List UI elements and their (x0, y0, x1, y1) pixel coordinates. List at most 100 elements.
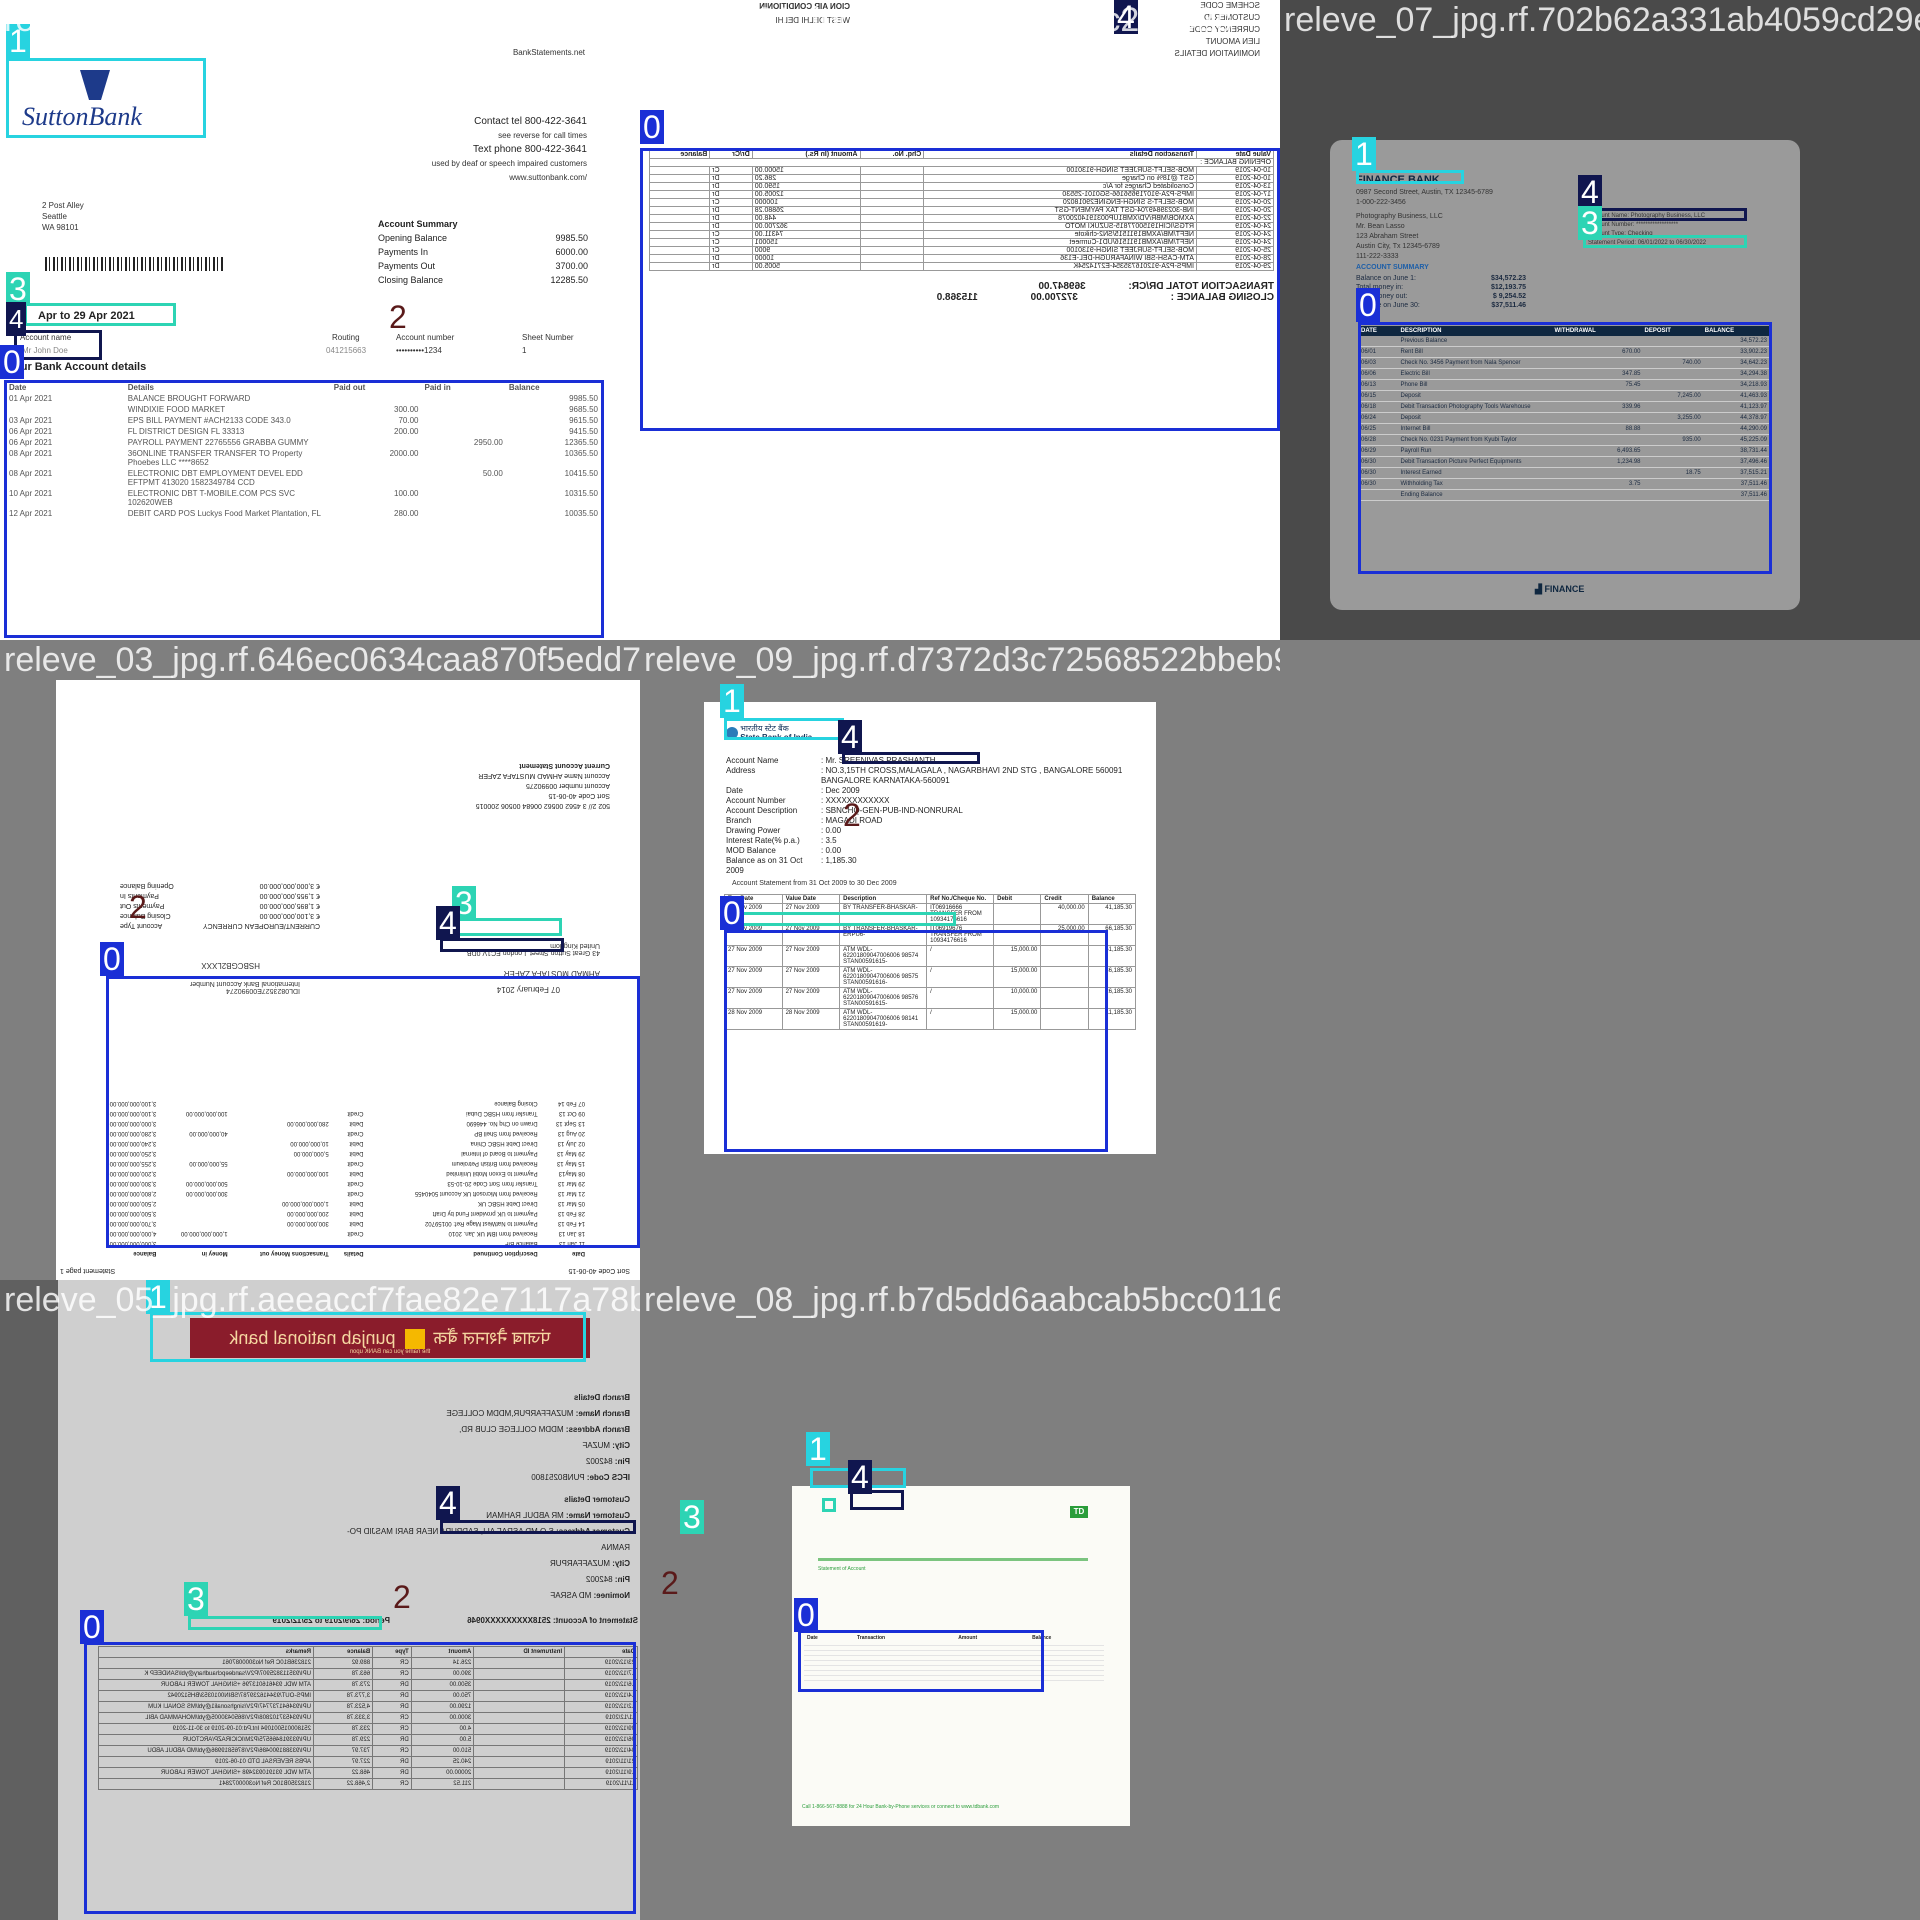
field-value: MUZAF (582, 1441, 610, 1450)
footer-logo: ▟ FINANCE (1535, 584, 1584, 595)
summary-label: Closing Balance (378, 275, 444, 285)
address-line: Seattle (42, 212, 67, 221)
header-line: Account number 00990275 (525, 782, 610, 789)
summary-title: ACCOUNT SUMMARY (1356, 264, 1429, 271)
field-label: MOD Balance (726, 846, 776, 855)
tile-filename: releve_03_jpg.rf.646ec0634caa870f5edd7e (4, 641, 640, 679)
header-code: 502 2// 3 4562 00562 00684 00506 200015 (475, 802, 610, 809)
bbox-label: 0 (640, 110, 664, 144)
footer-logo-text: FINANCE (1544, 584, 1585, 594)
tile-filename: releve_05_jpg.rf.aeeaccf7fae82e7117a78b0 (4, 1281, 640, 1319)
footer-line: Sort Code 40-06-15 Statement page 1 (60, 1267, 630, 1274)
bbox-label: 4 (838, 720, 862, 754)
summary-block: CURRENT/EUROPEAN CURRENCY Account Type € … (120, 880, 320, 930)
sort-code: Sort Code 40-06-15 (568, 1267, 630, 1274)
field-value: MUZAFFARPUR,MDDM COLLEGE (446, 1409, 574, 1418)
bbox-period (24, 303, 176, 326)
column-header: Description Continued (473, 1250, 538, 1256)
bbox-name (440, 938, 564, 952)
green-rule (818, 1558, 1088, 1561)
field-label: City: (612, 1559, 630, 1568)
page-number: Statement page 1 (60, 1267, 116, 1274)
bbox-table (640, 148, 1280, 431)
table-cell (993, 903, 1042, 925)
header-block: 502 2// 3 4562 00562 00684 00506 200015 … (350, 760, 610, 810)
summary-value: CURRENT/EUROPEAN CURRENCY (202, 922, 320, 929)
summary-value: $34,572.23 (1490, 275, 1526, 282)
bbox-label: 2 (843, 797, 861, 833)
field-value: : 1,185.30 (821, 856, 857, 865)
contact-block: Contact tel 800-422-3641 see reverse for… (432, 115, 587, 185)
bbox-label: 0 (80, 1610, 104, 1644)
table-header-row: Txn DateValue DateDescriptionRef No./Che… (724, 894, 1137, 904)
summary-value: $12,193.75 (1490, 284, 1526, 291)
field-row: Account Description: SBNCHQ-GEN-PUB-IND-… (726, 806, 1146, 816)
account-number-value: ••••••••••1234 (396, 346, 442, 355)
customer-block: Photography Business, LLC Mr. Bean Lasso… (1356, 212, 1443, 262)
routing-value: 041215663 (326, 346, 367, 355)
field-row: Drawing Power : 0.00 (726, 826, 1146, 836)
sheet-number-value: 1 (522, 346, 527, 355)
tile-filename: releve_01_jpg.rf.8353370435cc23082c (644, 1, 1232, 39)
customer-line: Mr. Bean Lasso (1356, 223, 1405, 230)
field-label: Date (726, 786, 743, 795)
branch-title: Branch Details (573, 1393, 630, 1402)
field-label: Account Name (726, 756, 779, 765)
address-line: WA 98101 (42, 223, 79, 232)
field-value: MR ABDUL RAHMAN (486, 1511, 564, 1520)
tile-releve-08: releve_08_jpg.rf.b7d5dd6aabcab5bcc011695… (640, 1280, 1280, 1920)
bbox-period (724, 912, 956, 926)
bbox-label: 4 (436, 906, 460, 940)
column-header: Credit (1040, 894, 1089, 904)
contact-line: Contact tel 800-422-3641 (474, 116, 587, 127)
header-line: NOMINATION DETAILS (1174, 49, 1261, 58)
summary-value: € 3,000,000,000.00 (259, 882, 320, 889)
tile-filename: releve_08_jpg.rf.b7d5dd6aabcab5bcc011695 (644, 1281, 1280, 1319)
swift: HSBCGB2LXXX (201, 961, 260, 970)
tile-filename: releve_09_jpg.rf.d7372d3c72568522bbeb91f (644, 641, 1280, 679)
bbox-label: 0 (0, 345, 24, 379)
bbox-label: 4 (1578, 175, 1602, 209)
finance-logo-icon: ▟ (1535, 584, 1542, 594)
column-header: Debit (993, 894, 1042, 904)
statement-title: Account Statement from 31 Oct 2009 to 30… (732, 880, 897, 887)
field-label: IFCS Code: (586, 1473, 630, 1482)
column-header: Value Date (781, 894, 841, 904)
field-row: Date : Dec 2009 (726, 786, 1146, 796)
contact-line: www.suttonbank.com/ (509, 173, 587, 182)
field-label: Branch Name: (575, 1409, 630, 1418)
field-row: Branch: MAGADI ROAD (726, 816, 1146, 826)
details-title: our Bank Account details (14, 361, 147, 373)
customer-title: Customer Details (564, 1495, 630, 1504)
summary-value: € 1,955,000,000.00 (259, 892, 320, 899)
field-value: MDDM COLLEGE CLUB RD, (459, 1425, 564, 1434)
bbox-period (188, 1616, 382, 1630)
field-value: : 0.00 (821, 846, 842, 855)
contact-line: Text phone 800-422-3641 (473, 144, 587, 155)
tile-empty (1280, 640, 1920, 1280)
field-label: Drawing Power (726, 826, 781, 835)
customer-address: 2 Post Alley Seattle WA 98101 (42, 200, 84, 233)
bbox-label: 1 (720, 684, 744, 718)
column-header: Description (839, 894, 928, 904)
table-cell: 41,185.30 (1087, 903, 1137, 925)
field-value: : NO.3,15TH CROSS,MALAGALA , NAGARBHAVI … (821, 766, 1123, 785)
summary-value: 3700.00 (555, 261, 588, 271)
bbox-account-name (842, 752, 980, 764)
column-header: Transactions Money out (260, 1250, 329, 1256)
bbox-table (84, 1642, 636, 1914)
bbox-label: 0 (794, 1598, 818, 1632)
field-value: : Dec 2009 (821, 786, 860, 795)
tile-empty (1280, 1280, 1920, 1920)
table-cell: 40,000.00 (1040, 903, 1089, 925)
header-line: Sort Code 40-06-15 (548, 792, 610, 799)
bbox-label: 1 (1352, 137, 1376, 171)
customer-line: Photography Business, LLC (1356, 213, 1443, 220)
field-row: Account Number: XXXXXXXXXXXX (726, 796, 1146, 806)
field-value: : 0.00 (821, 826, 842, 835)
bbox-bank-logo (724, 718, 844, 740)
summary-title: Account Summary (378, 219, 458, 229)
bbox-label: 0 (720, 896, 744, 930)
account-summary: Account Summary Opening Balance 9985.50 P… (378, 217, 588, 287)
tile-releve-01: releve_01_jpg.rf.8353370435cc23082c SCHE… (640, 0, 1280, 640)
